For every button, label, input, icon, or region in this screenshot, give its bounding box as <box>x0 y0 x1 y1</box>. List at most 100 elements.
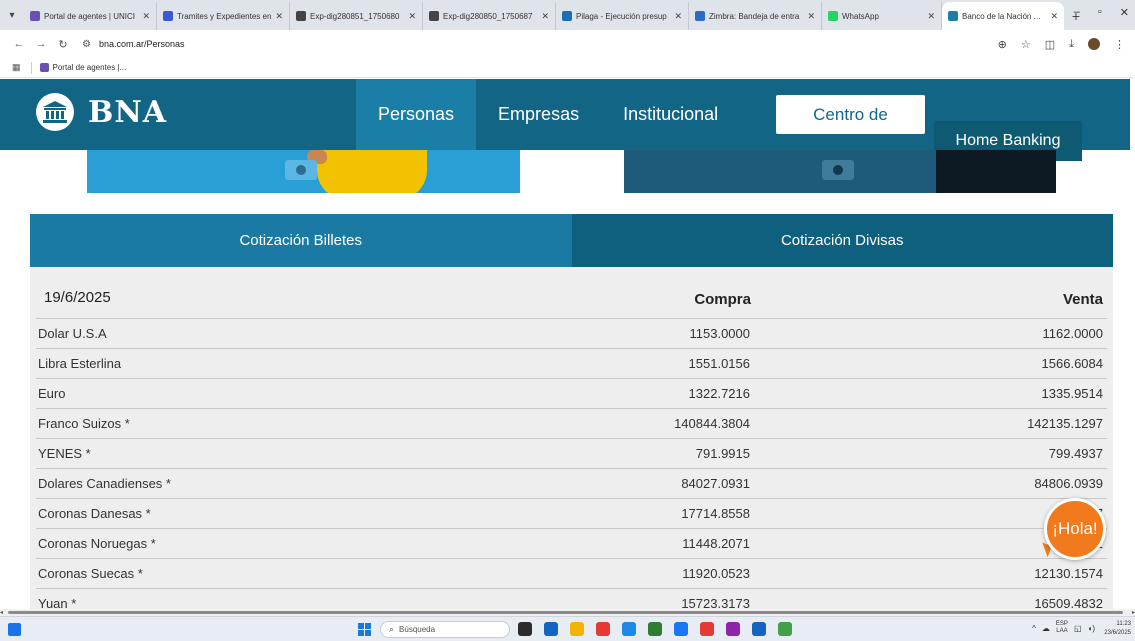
currency-name: Coronas Noruegas * <box>38 536 156 551</box>
zoom-icon[interactable]: ⊕ <box>998 38 1007 51</box>
taskbar-app-icon[interactable] <box>752 622 766 636</box>
tab-close-icon[interactable]: ✕ <box>1050 11 1058 22</box>
forward-icon[interactable]: → <box>32 38 50 50</box>
rates-date: 19/6/2025 <box>44 289 111 306</box>
site-info-icon[interactable]: ⚙ <box>82 39 91 50</box>
page-viewport: BNA Personas Empresas Institucional Cent… <box>0 79 1130 609</box>
language-indicator[interactable]: ESP LAA <box>1056 621 1068 635</box>
venta-value: 84806.0939 <box>1034 476 1103 491</box>
taskbar-app-icon[interactable] <box>726 622 740 636</box>
currency-name: Yuan * <box>38 596 77 609</box>
promo-banner-right[interactable] <box>624 150 1056 193</box>
currency-name: YENES * <box>38 446 91 461</box>
nav-personas[interactable]: Personas <box>356 79 477 150</box>
bookmark-star-icon[interactable]: ☆ <box>1021 38 1031 51</box>
browser-tab[interactable]: WhatsApp ✕ <box>822 2 942 30</box>
taskbar-clock[interactable]: 11:23 23/6/2025 <box>1104 620 1131 638</box>
carousel-indicator-icon[interactable] <box>285 160 317 180</box>
browser-tab[interactable]: Exp-dig280850_1750687 ✕ <box>423 2 556 30</box>
promo-banner-left[interactable] <box>87 150 520 193</box>
extensions-icon[interactable]: ◫ <box>1045 38 1055 51</box>
restore-icon[interactable]: ▫ <box>1098 6 1102 19</box>
close-window-icon[interactable]: ✕ <box>1120 6 1129 19</box>
currency-name: Dolares Canadienses * <box>38 476 171 491</box>
tab-close-icon[interactable]: ✕ <box>275 11 283 22</box>
profile-avatar[interactable] <box>1088 38 1100 50</box>
rate-row: Euro 1322.7216 1335.9514 <box>36 378 1107 408</box>
minimize-icon[interactable]: – <box>1074 6 1080 19</box>
tab-search-icon[interactable]: ▾ <box>0 0 24 30</box>
tab-cotizacion-divisas[interactable]: Cotización Divisas <box>571 214 1113 279</box>
tab-close-icon[interactable]: ✕ <box>408 11 416 22</box>
bookmark-portal-agentes[interactable]: Portal de agentes |... <box>53 63 127 72</box>
nav-empresas[interactable]: Empresas <box>476 79 601 150</box>
rates-table: 19/6/2025 Compra Venta Dolar U.S.A 1153.0… <box>30 267 1113 609</box>
currency-name: Coronas Suecas * <box>38 566 143 581</box>
currency-name: Coronas Danesas * <box>38 506 151 521</box>
browser-tab[interactable]: Pilaga - Ejecución presup ✕ <box>556 2 689 30</box>
taskbar-search[interactable]: ⌕ Búsqueda <box>380 621 510 638</box>
tab-favicon-icon <box>30 11 40 21</box>
banner-person-shirt <box>317 150 427 193</box>
venta-value: 16509.4832 <box>1034 596 1103 609</box>
back-icon[interactable]: ← <box>10 38 28 50</box>
taskbar-app-icon[interactable] <box>778 622 792 636</box>
taskbar-app-icon[interactable] <box>648 622 662 636</box>
tab-close-icon[interactable]: ✕ <box>142 11 150 22</box>
tab-label: WhatsApp <box>842 11 879 21</box>
browser-tab[interactable]: Exp-dig280851_1750680 ✕ <box>290 2 423 30</box>
bookmarks-bar: ▦ Portal de agentes |... <box>0 58 1135 78</box>
tab-close-icon[interactable]: ✕ <box>674 11 682 22</box>
widgets-icon[interactable] <box>8 623 21 636</box>
download-icon[interactable]: ⤓ <box>1069 38 1074 51</box>
compra-value: 1551.0156 <box>688 356 750 371</box>
taskbar-app-icon[interactable] <box>518 622 532 636</box>
tab-label: Banco de la Nación Argen <box>962 11 1047 21</box>
compra-value: 1153.0000 <box>689 326 751 341</box>
clock-date: 23/6/2025 <box>1104 630 1131 636</box>
bank-building-icon <box>36 93 74 131</box>
tray-chevron-icon[interactable]: ^ <box>1032 624 1036 633</box>
tab-close-icon[interactable]: ✕ <box>807 11 815 22</box>
taskbar-app-icon[interactable] <box>596 622 610 636</box>
rate-row: Dolares Canadienses * 84027.0931 84806.093… <box>36 468 1107 498</box>
rate-row: Coronas Noruegas *11448.207111 <box>36 528 1107 558</box>
chat-hola-button[interactable]: ¡Hola! <box>1044 498 1106 560</box>
carousel-indicator-icon[interactable] <box>822 160 854 180</box>
header-venta: Venta <box>1062 291 1103 308</box>
tab-favicon-icon <box>163 11 173 21</box>
network-icon[interactable]: ☁ <box>1042 624 1050 633</box>
tab-cotizacion-billetes[interactable]: Cotización Billetes <box>30 214 572 267</box>
wifi-icon[interactable]: ◱ <box>1074 624 1082 633</box>
start-button[interactable] <box>358 623 371 636</box>
taskbar-app-icon[interactable] <box>570 622 584 636</box>
browser-tab[interactable]: Tramites y Expedientes en ✕ <box>157 2 290 30</box>
apps-grid-icon[interactable]: ▦ <box>12 62 21 73</box>
taskbar-apps <box>518 622 792 636</box>
volume-icon[interactable]: ◖) <box>1088 624 1096 633</box>
compra-value: 791.9915 <box>695 446 750 461</box>
tab-close-icon[interactable]: ✕ <box>541 11 549 22</box>
windows-taskbar: ⌕ Búsqueda ^ ☁ ESP LAA ◱ ◖) 11:23 23/6/2… <box>0 616 1135 641</box>
venta-value: 799.4937 <box>1048 446 1103 461</box>
reload-icon[interactable]: ↻ <box>54 38 72 51</box>
taskbar-app-icon[interactable] <box>674 622 688 636</box>
browser-tab[interactable]: Zimbra: Bandeja de entra ✕ <box>689 2 822 30</box>
browser-tab[interactable]: Portal de agentes | UNICI ✕ <box>24 2 157 30</box>
taskbar-app-icon[interactable] <box>544 622 558 636</box>
horizontal-scrollbar[interactable]: ◂ ▸ <box>0 609 1135 616</box>
centro-de-ayuda-button[interactable]: Centro de <box>776 95 925 134</box>
bna-logo[interactable]: BNA <box>36 93 167 131</box>
scrollbar-thumb[interactable] <box>8 611 1123 614</box>
compra-value: 11920.0523 <box>682 566 750 581</box>
url-field[interactable]: ⚙ bna.com.ar/Personas <box>76 33 998 55</box>
tab-label: Exp-dig280850_1750687 <box>443 11 533 21</box>
tab-close-icon[interactable]: ✕ <box>927 11 935 22</box>
menu-icon[interactable]: ⋮ <box>1114 38 1125 51</box>
banner-dark-image <box>936 150 1056 193</box>
scroll-left-icon[interactable]: ◂ <box>0 609 3 616</box>
browser-tab[interactable]: Banco de la Nación Argen ✕ <box>942 2 1064 30</box>
nav-institucional[interactable]: Institucional <box>601 79 740 150</box>
taskbar-app-icon[interactable] <box>622 622 636 636</box>
taskbar-app-icon[interactable] <box>700 622 714 636</box>
